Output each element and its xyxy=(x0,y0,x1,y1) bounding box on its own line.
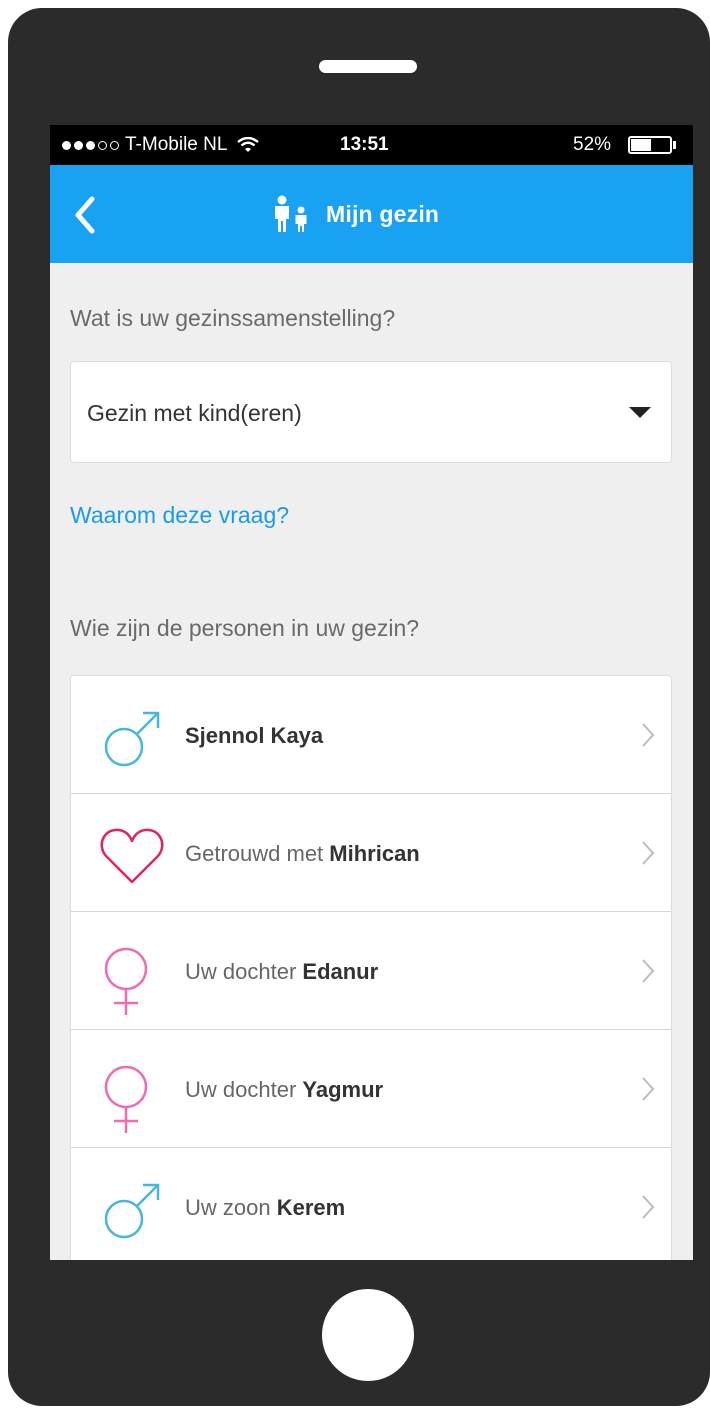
caret-down-icon xyxy=(629,407,651,418)
why-this-question-link[interactable]: Waarom deze vraag? xyxy=(70,502,289,529)
female-symbol-icon xyxy=(104,1065,148,1133)
nav-bar: Mijn gezin xyxy=(50,165,693,263)
family-member-name: Kerem xyxy=(276,1195,346,1220)
household-question: Wat is uw gezinssamenstelling? xyxy=(70,305,396,331)
clock: 13:51 xyxy=(340,134,389,155)
back-button[interactable] xyxy=(70,195,100,235)
family-member-row[interactable]: Uw dochter Edanur xyxy=(71,912,671,1030)
battery-percentage: 52% xyxy=(573,134,612,155)
family-member-row[interactable]: Sjennol Kaya xyxy=(71,676,671,794)
chevron-right-icon xyxy=(642,841,655,865)
page-title: Mijn gezin xyxy=(326,200,440,227)
household-select-value: Gezin met kind(eren) xyxy=(87,400,302,426)
chevron-right-icon xyxy=(642,1077,655,1101)
family-member-list: Sjennol Kaya Getrouwd met Mihrican Uw do… xyxy=(70,675,672,1260)
phone-speaker xyxy=(319,60,417,73)
chevron-right-icon xyxy=(642,1195,655,1219)
household-select[interactable]: Gezin met kind(eren) xyxy=(70,361,672,463)
family-member-label: Uw zoon Kerem xyxy=(185,1195,346,1220)
female-symbol-icon xyxy=(104,947,148,1015)
heart-icon xyxy=(100,828,164,884)
status-bar: T-Mobile NL 13:51 52% xyxy=(50,125,693,165)
app-screen: T-Mobile NL 13:51 52% Mijn gezin Wat is … xyxy=(50,125,693,1260)
carrier-name: T-Mobile NL xyxy=(125,134,228,155)
family-member-name: Edanur xyxy=(302,959,379,984)
chevron-right-icon xyxy=(642,959,655,983)
chevron-right-icon xyxy=(642,723,655,747)
family-member-row[interactable]: Getrouwd met Mihrican xyxy=(71,794,671,912)
family-member-row[interactable]: Uw dochter Yagmur xyxy=(71,1030,671,1148)
family-member-label: Sjennol Kaya xyxy=(185,723,323,749)
male-symbol-icon xyxy=(104,1183,160,1239)
family-member-label: Uw dochter Edanur xyxy=(185,959,379,984)
male-symbol-icon xyxy=(104,711,160,767)
family-member-name: Mihrican xyxy=(329,841,420,866)
family-member-label: Getrouwd met Mihrican xyxy=(185,841,420,866)
family-member-label: Uw dochter Yagmur xyxy=(185,1077,384,1102)
home-button[interactable] xyxy=(322,1289,414,1381)
family-member-name: Yagmur xyxy=(302,1077,384,1102)
family-icon xyxy=(275,195,307,232)
members-question: Wie zijn de personen in uw gezin? xyxy=(70,615,420,641)
battery-icon xyxy=(628,136,672,154)
signal-strength-icon xyxy=(62,140,119,150)
carrier-info: T-Mobile NL xyxy=(62,134,260,156)
phone-frame: T-Mobile NL 13:51 52% Mijn gezin Wat is … xyxy=(8,8,710,1406)
wifi-icon xyxy=(237,137,260,152)
nav-title-group: Mijn gezin xyxy=(270,195,439,233)
family-member-name: Sjennol Kaya xyxy=(185,723,324,748)
battery-level xyxy=(631,139,651,151)
family-member-row[interactable]: Uw zoon Kerem xyxy=(71,1148,671,1260)
